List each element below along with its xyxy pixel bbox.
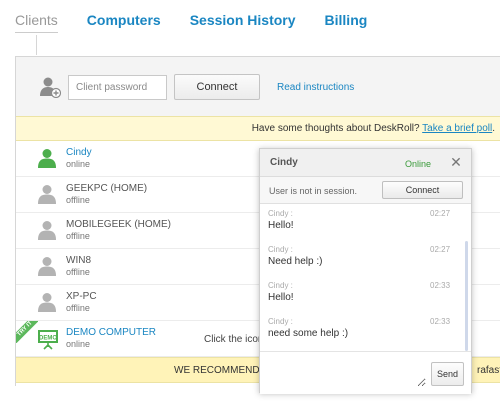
send-button[interactable]: Send <box>431 362 464 386</box>
svg-text:DEMO: DEMO <box>39 336 57 342</box>
demo-hint-text: Click the icon <box>204 334 264 345</box>
chat-presence-status: Online <box>405 159 432 169</box>
message-text: Hello! <box>268 292 294 303</box>
user-offline-icon <box>38 185 56 204</box>
chat-message-input[interactable] <box>266 361 426 387</box>
feedback-text: Have some thoughts about DeskRoll? Take … <box>252 123 495 134</box>
top-tabs: Clients Computers Session History Billin… <box>15 12 396 33</box>
user-offline-icon <box>38 221 56 240</box>
tab-connector <box>36 35 37 55</box>
try-it-label: TRY IT <box>16 321 38 343</box>
chat-window: Cindy Online ✕ User is not in session. C… <box>259 148 472 394</box>
message-text: Hello! <box>268 220 294 231</box>
connect-button[interactable]: Connect <box>174 74 260 100</box>
message-time: 02:33 <box>430 281 451 290</box>
chat-session-bar: User is not in session. Connect <box>260 177 471 204</box>
tab-clients[interactable]: Clients <box>15 12 58 33</box>
computer-status: offline <box>66 267 90 277</box>
chat-message: Cindy : 02:27 Need help :) <box>260 241 471 277</box>
tab-computers[interactable]: Computers <box>87 12 161 33</box>
feedback-banner: Have some thoughts about DeskRoll? Take … <box>16 116 500 141</box>
message-sender: Cindy : <box>268 281 293 290</box>
message-sender: Cindy : <box>268 209 293 218</box>
try-it-badge: TRY IT <box>16 321 38 343</box>
computer-name[interactable]: XP-PC <box>66 291 97 302</box>
user-offline-icon <box>38 293 56 312</box>
read-instructions-link[interactable]: Read instructions <box>277 82 354 93</box>
user-offline-icon <box>38 257 56 276</box>
connect-bar: Connect Read instructions <box>16 57 500 117</box>
message-sender: Cindy : <box>268 317 293 326</box>
recommend-text-tail: rafast <box>477 365 500 376</box>
session-status-text: User is not in session. <box>269 186 358 196</box>
close-icon[interactable]: ✕ <box>449 155 463 169</box>
feedback-suffix: . <box>492 123 495 134</box>
tab-billing[interactable]: Billing <box>325 12 368 33</box>
computer-status: offline <box>66 303 90 313</box>
poll-link[interactable]: Take a brief poll <box>422 123 492 134</box>
computer-status: offline <box>66 195 90 205</box>
tab-session-history[interactable]: Session History <box>190 12 296 33</box>
computer-name[interactable]: WIN8 <box>66 255 91 266</box>
computer-name[interactable]: GEEKPC (HOME) <box>66 183 147 194</box>
client-password-input[interactable] <box>68 75 167 100</box>
chat-header: Cindy Online ✕ <box>260 149 471 177</box>
message-text: need some help :) <box>268 328 349 339</box>
chat-message: Cindy : 02:27 Hello! <box>260 205 471 241</box>
message-sender: Cindy : <box>268 245 293 254</box>
chat-scrollbar[interactable] <box>465 241 468 351</box>
demo-computer-status: online <box>66 339 91 349</box>
chat-connect-button[interactable]: Connect <box>382 181 463 199</box>
add-user-icon <box>40 77 61 98</box>
chat-message: Cindy : 02:33 need some help :) <box>260 313 471 349</box>
presentation-icon: DEMO <box>38 330 58 350</box>
chat-messages: Cindy : 02:27 Hello! Cindy : 02:27 Need … <box>260 205 471 351</box>
message-time: 02:27 <box>430 245 451 254</box>
message-text: Need help :) <box>268 256 323 267</box>
recommend-text: WE RECOMMEND <box>174 365 260 376</box>
computer-name[interactable]: Cindy <box>66 147 92 158</box>
message-time: 02:33 <box>430 317 451 326</box>
chat-compose-area: Send <box>260 351 471 394</box>
chat-message: Cindy : 02:33 Hello! <box>260 277 471 313</box>
computer-status: offline <box>66 231 90 241</box>
message-time: 02:27 <box>430 209 451 218</box>
computer-name[interactable]: MOBILEGEEK (HOME) <box>66 219 171 230</box>
user-online-icon <box>38 149 56 168</box>
computer-status: online <box>66 159 91 169</box>
demo-computer-name[interactable]: DEMO COMPUTER <box>66 327 156 338</box>
chat-title: Cindy <box>270 157 298 168</box>
feedback-prompt: Have some thoughts about DeskRoll? <box>251 123 423 134</box>
